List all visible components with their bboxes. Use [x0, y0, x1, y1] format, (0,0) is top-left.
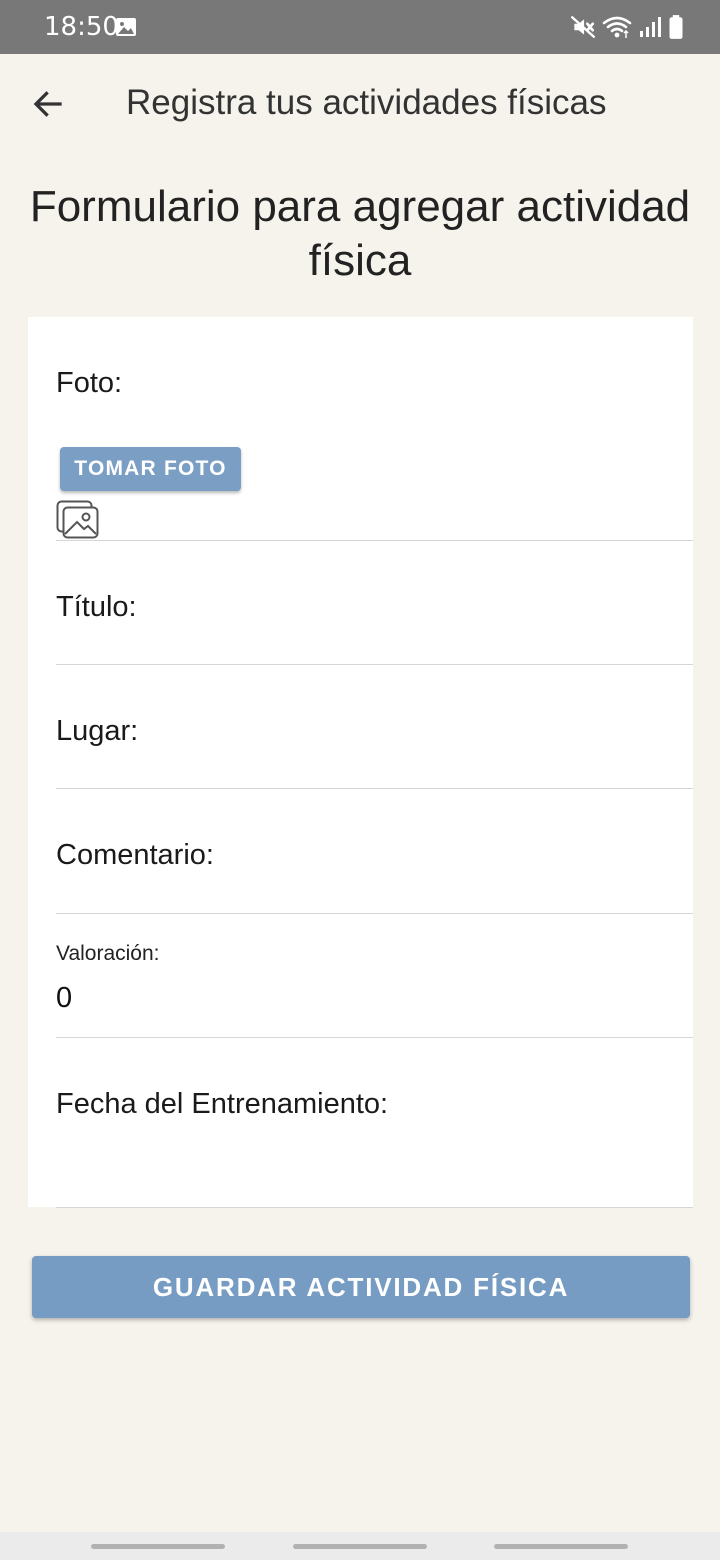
save-activity-button[interactable]: GUARDAR ACTIVIDAD FÍSICA: [32, 1256, 690, 1318]
image-placeholder-icon: [56, 500, 99, 539]
lugar-field[interactable]: Lugar:: [56, 714, 138, 748]
titulo-field[interactable]: Título:: [56, 590, 137, 624]
mute-icon: [570, 16, 596, 38]
back-button[interactable]: [24, 80, 72, 128]
comentario-underline: [56, 913, 693, 914]
arrow-left-icon: [33, 91, 62, 117]
titulo-underline: [56, 664, 693, 665]
status-time: 18:50: [44, 12, 119, 42]
valoracion-label: Valoración:: [56, 942, 160, 965]
form-heading: Formulario para agregar actividad física: [29, 182, 691, 285]
valoracion-underline: [56, 1037, 693, 1038]
status-icons: [570, 12, 684, 42]
form-card: Foto: TOMAR FOTO Título: Lugar: Comentar…: [28, 317, 693, 1208]
lugar-underline: [56, 788, 693, 789]
fecha-field[interactable]: Fecha del Entrenamiento:: [56, 1087, 388, 1121]
image-icon: [116, 18, 136, 36]
valoracion-input[interactable]: 0: [56, 981, 72, 1015]
navigation-bar: [0, 1532, 720, 1560]
foto-label: Foto:: [56, 367, 123, 399]
battery-icon: [669, 15, 683, 39]
nav-home-handle[interactable]: [293, 1544, 427, 1549]
wifi-icon: [602, 16, 632, 38]
fecha-underline: [56, 1207, 693, 1208]
app-title: Registra tus actividades físicas: [126, 83, 607, 122]
nav-recents-handle[interactable]: [91, 1544, 225, 1549]
take-photo-button[interactable]: TOMAR FOTO: [60, 447, 241, 491]
foto-divider: [56, 540, 693, 541]
app-bar: Registra tus actividades físicas: [0, 54, 720, 154]
signal-icon: [640, 17, 661, 37]
nav-back-handle[interactable]: [494, 1544, 628, 1549]
status-bar: 18:50: [0, 0, 720, 54]
comentario-field[interactable]: Comentario:: [56, 838, 214, 872]
